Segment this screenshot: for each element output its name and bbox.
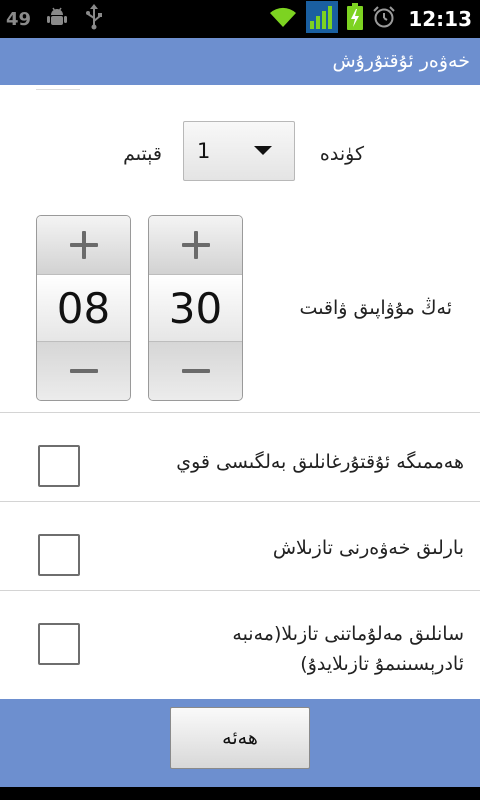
settings-content[interactable]: كۈندە 1 قېتىم 08 30 ئەڭ مۇۋاپىق ۋاقىت ھە… <box>0 85 480 699</box>
frequency-unit: قېتىم <box>123 143 162 165</box>
android-debug-icon <box>45 5 69 33</box>
clock: 12:13 <box>408 7 472 31</box>
minute-picker: 30 <box>148 215 243 401</box>
page-title: خەۋەر ئۇقتۇرۇش <box>332 50 470 72</box>
option-checkbox[interactable] <box>38 623 80 665</box>
divider <box>0 590 480 591</box>
option-checkbox[interactable] <box>38 534 80 576</box>
plus-icon <box>181 231 210 259</box>
bottom-bar: ھەئە <box>0 699 480 787</box>
divider <box>0 412 480 413</box>
minute-decrement-button[interactable] <box>149 342 242 400</box>
option-label: بارلىق خەۋەرنى تازىلاش <box>272 537 464 559</box>
hour-decrement-button[interactable] <box>37 342 130 400</box>
minus-icon <box>69 357 98 385</box>
hour-increment-button[interactable] <box>37 216 130 274</box>
hour-picker: 08 <box>36 215 131 401</box>
divider <box>0 501 480 502</box>
wifi-icon <box>268 5 298 33</box>
notification-count: 49 <box>6 8 32 30</box>
option-label: سانلىق مەلۇماتنى تازىلا(مەنبە ئادرېسىنىم… <box>232 623 464 675</box>
time-label: ئەڭ مۇۋاپىق ۋاقىت <box>299 297 452 319</box>
alarm-icon <box>372 5 396 33</box>
usb-icon <box>83 4 105 34</box>
option-checkbox[interactable] <box>38 445 80 487</box>
option-label: ھەممىگە ئۇقتۇرغانلىق بەلگىسى قوي <box>176 451 464 473</box>
bottom-edge <box>0 787 480 800</box>
status-bar: 49 12:13 <box>0 0 480 38</box>
minute-increment-button[interactable] <box>149 216 242 274</box>
minute-value[interactable]: 30 <box>149 274 242 342</box>
plus-icon <box>69 231 98 259</box>
ok-button[interactable]: ھەئە <box>170 707 310 769</box>
status-bar-right: 12:13 <box>268 0 472 38</box>
frequency-value: 1 <box>197 139 211 163</box>
hour-value[interactable]: 08 <box>37 274 130 342</box>
minus-icon <box>181 357 210 385</box>
signal-icon <box>306 1 339 37</box>
chevron-down-icon <box>254 146 272 155</box>
scroll-stub <box>36 85 80 90</box>
status-bar-left: 49 <box>6 0 105 38</box>
battery-charging-icon <box>346 3 364 35</box>
frequency-dropdown[interactable]: 1 <box>183 121 295 181</box>
frequency-label: كۈندە <box>319 143 364 165</box>
title-bar: خەۋەر ئۇقتۇرۇش <box>0 38 480 85</box>
